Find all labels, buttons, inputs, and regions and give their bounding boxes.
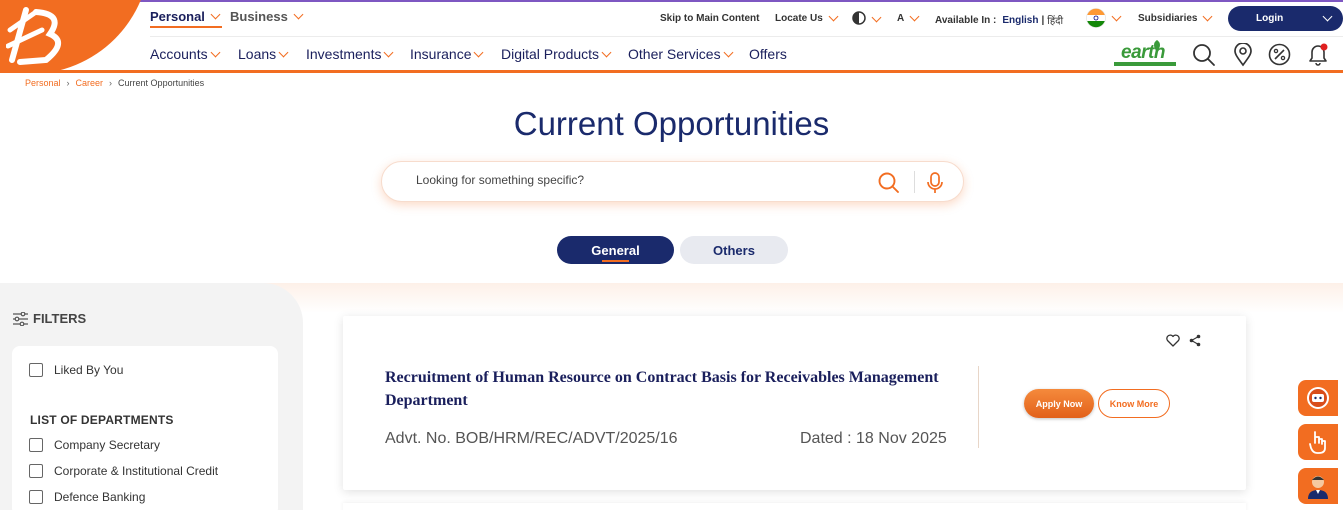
earth-logo[interactable]: earth [1113,38,1177,73]
search-nav-button[interactable] [1192,43,1216,72]
country-selector[interactable] [1086,8,1123,28]
filter-liked-by-you[interactable]: Liked By You [29,363,123,377]
chevron-down-icon [723,47,734,57]
search-icon [1193,44,1215,66]
job-title[interactable]: Recruitment of Human Resource on Contrac… [385,366,945,412]
nav-accounts[interactable]: Accounts [150,46,222,62]
departments-heading: LIST OF DEPARTMENTS [30,413,174,427]
breadcrumb-personal[interactable]: Personal [25,78,61,88]
nav-digital-products[interactable]: Digital Products [501,46,613,62]
search-icon[interactable] [877,171,901,195]
share-icon[interactable] [1189,334,1201,347]
chevron-down-icon [828,11,839,22]
chevron-down-icon [1203,11,1213,22]
chevron-down-icon [293,9,304,20]
nav-other-services[interactable]: Other Services [628,46,735,62]
nav-offers[interactable]: Offers [749,46,787,62]
breadcrumb: Personal › Career › Current Opportunitie… [25,78,204,88]
float-assistant-button[interactable] [1298,380,1338,416]
chevron-down-icon [210,47,221,57]
login-button[interactable]: Login [1228,6,1343,31]
discount-icon [1268,43,1291,66]
chevron-down-icon [601,47,612,57]
checkbox[interactable] [29,464,43,478]
page-title: Current Opportunities [513,105,830,142]
locate-us-menu[interactable]: Locate Us [775,11,840,24]
chevron-right-icon: › [66,78,70,88]
segment-personal[interactable]: Personal [150,9,222,28]
float-support-button[interactable] [1298,468,1338,504]
next-job-card [343,503,1246,510]
utility-header: Personal Business Skip to Main Content L… [150,2,1343,37]
header-divider [0,70,1343,73]
hand-pointer-icon [1309,431,1326,454]
know-more-button[interactable]: Know More [1098,389,1170,418]
support-agent-icon [1308,476,1328,499]
breadcrumb-career[interactable]: Career [76,78,104,88]
nav-loans[interactable]: Loans [238,46,290,62]
job-advt-number: Advt. No. BOB/HRM/REC/ADVT/2025/16 [385,430,678,447]
chevron-right-icon: › [109,78,113,88]
tab-others[interactable]: Others [680,236,788,264]
tab-general[interactable]: General [557,236,674,264]
filter-dept-company-secretary[interactable]: Company Secretary [29,438,160,452]
heart-icon[interactable] [1166,334,1180,347]
chat-assistant-icon [1307,387,1329,409]
job-date: Dated : 18 Nov 2025 [800,430,947,447]
checkbox[interactable] [29,490,43,504]
india-flag-icon [1086,8,1106,28]
locate-nav-button[interactable] [1233,42,1253,72]
chevron-down-icon [278,47,289,57]
search-input[interactable] [416,173,856,187]
search-bar [381,161,964,202]
bell-icon [1309,43,1328,66]
location-pin-icon [1234,42,1252,67]
apply-now-button[interactable]: Apply Now [1024,389,1094,418]
filters-heading: FILTERS [13,311,86,326]
chevron-down-icon [474,47,484,57]
checkbox[interactable] [29,363,43,377]
breadcrumb-current: Current Opportunities [118,78,205,88]
job-card: Recruitment of Human Resource on Contrac… [343,316,1246,490]
microphone-icon[interactable] [926,171,944,195]
nav-investments[interactable]: Investments [306,46,395,62]
chevron-down-icon [909,11,920,22]
bank-logo[interactable] [0,0,150,73]
chevron-down-icon [1111,11,1122,22]
chevron-down-icon [210,9,221,20]
segment-business[interactable]: Business [230,9,305,24]
language-selector: Available In : English | हिंदी [935,13,1064,28]
checkbox[interactable] [29,438,43,452]
search-divider [914,171,915,193]
bank-logo-icon [6,7,61,65]
filter-dept-defence-banking[interactable]: Defence Banking [29,490,145,504]
skip-to-main-link[interactable]: Skip to Main Content [660,13,759,24]
offers-nav-button[interactable] [1268,43,1291,71]
filter-dept-corporate-credit[interactable]: Corporate & Institutional Credit [29,464,218,478]
float-touch-button[interactable] [1298,424,1338,460]
lang-hindi-link[interactable]: हिंदी [1047,13,1063,27]
chevron-down-icon [1322,11,1333,22]
nav-insurance[interactable]: Insurance [410,46,485,62]
filter-sliders-icon [13,311,28,326]
lang-english-link[interactable]: English [1002,15,1038,26]
notification-button[interactable] [1306,42,1330,72]
chevron-down-icon [871,12,882,22]
subsidiaries-menu[interactable]: Subsidiaries [1138,11,1214,24]
chevron-down-icon [384,47,394,57]
font-size-menu[interactable]: A [897,11,921,24]
contrast-icon [852,11,866,25]
contrast-toggle[interactable] [852,11,883,25]
card-divider [978,366,979,448]
